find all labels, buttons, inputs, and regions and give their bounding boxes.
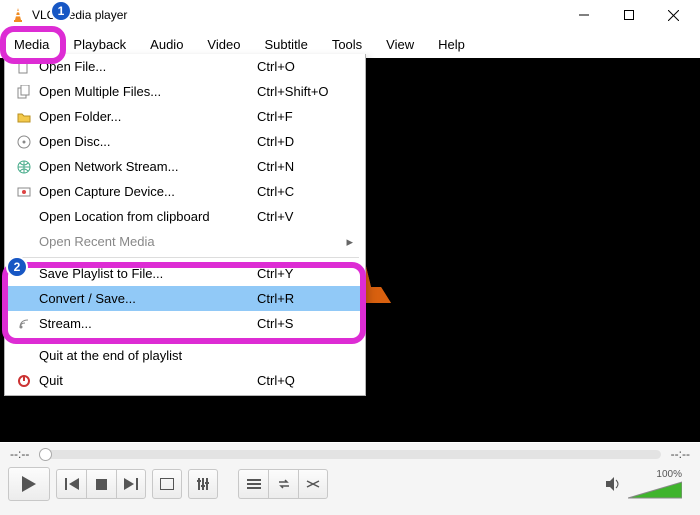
menu-item-shortcut: Ctrl+Q xyxy=(257,373,357,388)
menu-item-open-folder[interactable]: Open Folder... Ctrl+F xyxy=(5,104,365,129)
menu-item-open-location-from-clipboard[interactable]: Open Location from clipboard Ctrl+V xyxy=(5,204,365,229)
menu-item-open-multiple-files[interactable]: Open Multiple Files... Ctrl+Shift+O xyxy=(5,79,365,104)
menu-item-label: Open Disc... xyxy=(35,134,257,149)
menu-tools[interactable]: Tools xyxy=(322,33,372,56)
menu-item-label: Save Playlist to File... xyxy=(35,266,257,281)
menu-item-save-playlist-to-file[interactable]: Save Playlist to File... Ctrl+Y xyxy=(5,261,365,286)
menu-item-shortcut: Ctrl+S xyxy=(257,316,357,331)
menu-item-shortcut: Ctrl+C xyxy=(257,184,357,199)
menu-item-quit[interactable]: Quit Ctrl+Q xyxy=(5,368,365,393)
menu-audio[interactable]: Audio xyxy=(140,33,193,56)
menu-item-open-file[interactable]: Open File... Ctrl+O xyxy=(5,54,365,79)
minimize-button[interactable] xyxy=(561,0,606,30)
seek-position: --:-- xyxy=(10,447,29,461)
seek-knob[interactable] xyxy=(39,448,52,461)
window-title: VLC media player xyxy=(32,8,561,22)
quit-icon xyxy=(13,374,35,388)
menu-item-label: Open Multiple Files... xyxy=(35,84,257,99)
menu-item-label: Stream... xyxy=(35,316,257,331)
menu-item-shortcut: Ctrl+D xyxy=(257,134,357,149)
menu-item-open-recent-media[interactable]: Open Recent Media ▸ xyxy=(5,229,365,254)
annotation-badge-2: 2 xyxy=(6,256,28,278)
menu-item-convert-save[interactable]: Convert / Save... Ctrl+R xyxy=(5,286,365,311)
menu-item-label: Quit at the end of playlist xyxy=(35,348,257,363)
menu-item-shortcut: Ctrl+F xyxy=(257,109,357,124)
annotation-badge-1: 1 xyxy=(50,0,72,22)
submenu-arrow-icon: ▸ xyxy=(346,234,353,250)
maximize-button[interactable] xyxy=(606,0,651,30)
menu-item-shortcut: Ctrl+Y xyxy=(257,266,357,281)
menu-item-shortcut: Ctrl+Shift+O xyxy=(257,84,357,99)
menu-item-label: Convert / Save... xyxy=(35,291,257,306)
stream-icon xyxy=(13,317,35,331)
menu-item-label: Quit xyxy=(35,373,257,388)
menu-video[interactable]: Video xyxy=(197,33,250,56)
vlc-logo-icon xyxy=(10,7,26,23)
folder-icon xyxy=(13,110,35,124)
menu-item-open-disc[interactable]: Open Disc... Ctrl+D xyxy=(5,129,365,154)
menu-item-shortcut: Ctrl+O xyxy=(257,59,357,74)
play-button[interactable] xyxy=(8,467,50,501)
loop-button[interactable] xyxy=(268,469,298,499)
window-controls xyxy=(561,0,696,30)
fullscreen-button[interactable] xyxy=(152,469,182,499)
menu-item-open-capture-device[interactable]: Open Capture Device... Ctrl+C xyxy=(5,179,365,204)
menu-separator xyxy=(11,257,359,258)
volume-slider[interactable] xyxy=(628,480,682,500)
cap-icon xyxy=(13,185,35,199)
menu-item-label: Open Location from clipboard xyxy=(35,209,257,224)
menu-item-open-network-stream[interactable]: Open Network Stream... Ctrl+N xyxy=(5,154,365,179)
menu-media[interactable]: Media xyxy=(4,33,59,56)
speaker-icon[interactable] xyxy=(606,477,622,491)
stop-button[interactable] xyxy=(86,469,116,499)
disc-icon xyxy=(13,135,35,149)
volume-control: 100% xyxy=(606,469,692,500)
menu-item-stream[interactable]: Stream... Ctrl+S xyxy=(5,311,365,336)
menu-subtitle[interactable]: Subtitle xyxy=(254,33,317,56)
menu-item-label: Open Network Stream... xyxy=(35,159,257,174)
menu-item-label: Open File... xyxy=(35,59,257,74)
files-icon xyxy=(13,85,35,99)
net-icon xyxy=(13,160,35,174)
titlebar: VLC media player xyxy=(0,0,700,30)
menu-item-shortcut: Ctrl+R xyxy=(257,291,357,306)
menu-view[interactable]: View xyxy=(376,33,424,56)
close-button[interactable] xyxy=(651,0,696,30)
menu-separator xyxy=(11,339,359,340)
menu-item-shortcut: Ctrl+V xyxy=(257,209,357,224)
seek-bar[interactable] xyxy=(39,450,660,459)
prev-button[interactable] xyxy=(56,469,86,499)
playlist-button[interactable] xyxy=(238,469,268,499)
seek-row: --:-- --:-- xyxy=(0,443,700,465)
shuffle-button[interactable] xyxy=(298,469,328,499)
menu-item-label: Open Folder... xyxy=(35,109,257,124)
ext-settings-button[interactable] xyxy=(188,469,218,499)
menu-item-quit-at-the-end-of-playlist[interactable]: Quit at the end of playlist xyxy=(5,343,365,368)
menu-playback[interactable]: Playback xyxy=(63,33,136,56)
media-dropdown: Open File... Ctrl+O Open Multiple Files.… xyxy=(4,54,366,396)
menu-item-label: Open Recent Media xyxy=(35,234,246,249)
menu-help[interactable]: Help xyxy=(428,33,475,56)
seek-duration: --:-- xyxy=(671,447,690,461)
menu-item-label: Open Capture Device... xyxy=(35,184,257,199)
button-row: 100% xyxy=(0,465,700,503)
file-icon xyxy=(13,60,35,74)
menu-item-shortcut: Ctrl+N xyxy=(257,159,357,174)
next-button[interactable] xyxy=(116,469,146,499)
controls-bar: --:-- --:-- 100% xyxy=(0,443,700,515)
volume-percent: 100% xyxy=(628,469,682,480)
